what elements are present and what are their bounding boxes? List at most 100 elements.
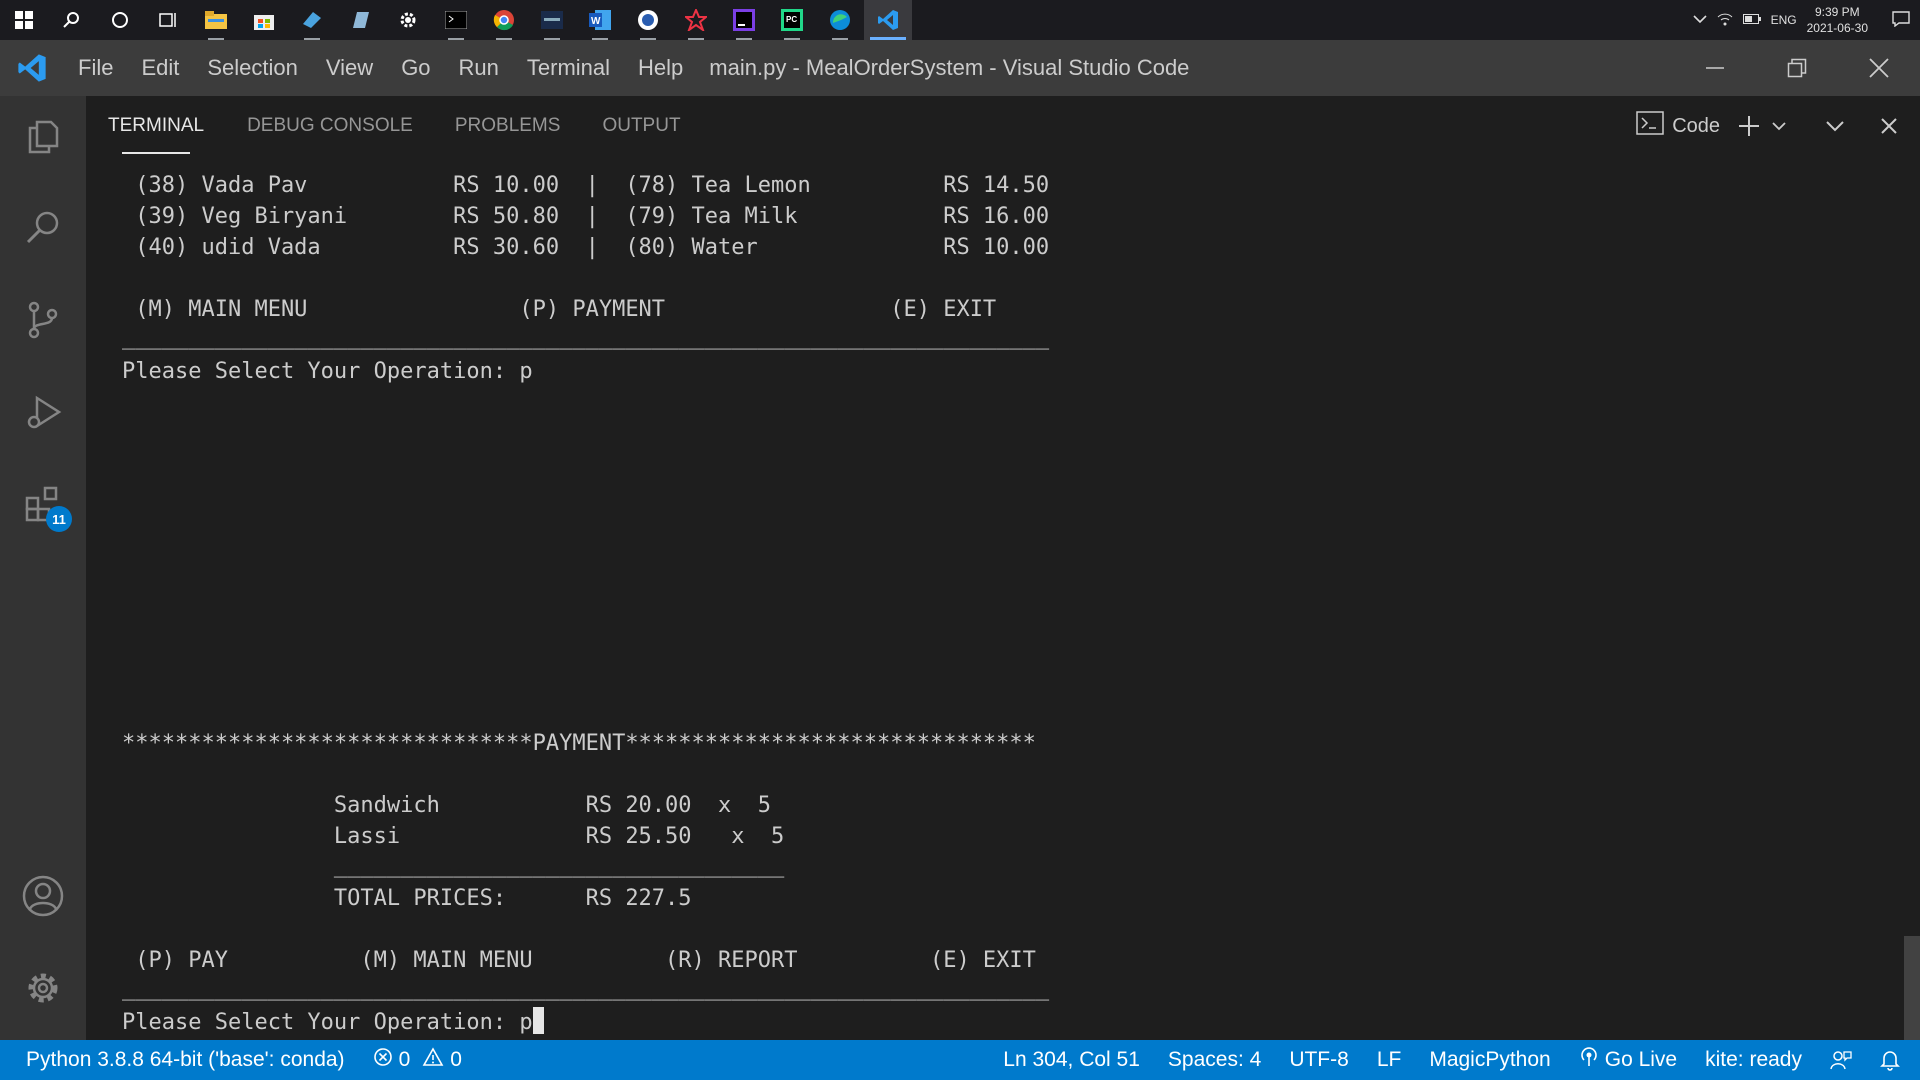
chevron-up-icon[interactable] — [1693, 13, 1707, 27]
wifi-icon[interactable] — [1717, 12, 1733, 29]
python-interpreter[interactable]: Python 3.8.8 64-bit ('base': conda) — [0, 1040, 359, 1080]
menu-terminal[interactable]: Terminal — [513, 40, 624, 96]
file-explorer-icon[interactable] — [192, 0, 240, 40]
status-bar: Python 3.8.8 64-bit ('base': conda) 0 0 … — [0, 1040, 1920, 1080]
minimize-button[interactable] — [1674, 40, 1756, 96]
terminal-icon[interactable] — [432, 0, 480, 40]
notification-icon[interactable] — [1892, 10, 1910, 30]
settings-gear-icon[interactable] — [384, 0, 432, 40]
word-icon[interactable]: W — [576, 0, 624, 40]
system-tray: ENG 9:39 PM 2021-06-30 — [1693, 4, 1920, 36]
error-count: 0 — [398, 1048, 411, 1071]
menu-edit[interactable]: Edit — [127, 40, 193, 96]
language-mode[interactable]: MagicPython — [1415, 1040, 1564, 1080]
encoding[interactable]: UTF-8 — [1275, 1040, 1363, 1080]
tab-terminal[interactable]: TERMINAL — [104, 96, 208, 156]
window-controls — [1674, 40, 1920, 96]
tab-output[interactable]: OUTPUT — [581, 96, 701, 156]
menu-view[interactable]: View — [312, 40, 387, 96]
indentation[interactable]: Spaces: 4 — [1154, 1040, 1275, 1080]
store-icon[interactable] — [240, 0, 288, 40]
extensions-icon[interactable]: 11 — [0, 464, 86, 544]
go-live-button[interactable]: Go Live — [1565, 1040, 1691, 1080]
language-indicator[interactable]: ENG — [1771, 13, 1797, 27]
total-prices-line: TOTAL PRICES: RS 227.5 — [122, 886, 692, 911]
terminal-separator: ________________________________________… — [122, 976, 1050, 1001]
source-control-icon[interactable] — [0, 280, 86, 360]
menu-selection[interactable]: Selection — [193, 40, 312, 96]
windows-taskbar: W PC ENG 9:39 PM 2021-06-30 — [0, 0, 1920, 40]
maximize-panel-chevron-icon[interactable] — [1820, 111, 1850, 141]
terminal-line: (40) udid Vada RS 30.60 | (80) Water RS … — [122, 235, 1050, 260]
notification-bell-icon[interactable] — [1866, 1040, 1920, 1080]
terminal-output[interactable]: (38) Vada Pav RS 10.00 | (78) Tea Lemon … — [86, 156, 1920, 1040]
terminal-selector[interactable]: Code — [1636, 111, 1720, 141]
broadcast-icon — [1579, 1047, 1599, 1073]
terminal-scrollbar[interactable] — [1904, 936, 1920, 1040]
restore-button[interactable] — [1756, 40, 1838, 96]
settings-gear-icon[interactable] — [0, 948, 86, 1028]
extensions-badge: 11 — [46, 506, 72, 532]
terminal-prompt-active[interactable]: Please Select Your Operation: p — [122, 1007, 544, 1038]
task-view-icon[interactable] — [144, 0, 192, 40]
feedback-icon[interactable] — [1816, 1040, 1866, 1080]
explorer-icon[interactable] — [0, 96, 86, 176]
terminal-separator: ________________________________________… — [122, 325, 1050, 350]
tab-debug-console[interactable]: DEBUG CONSOLE — [226, 96, 434, 156]
vscode-icon[interactable] — [864, 0, 912, 40]
kite-status[interactable]: kite: ready — [1691, 1040, 1816, 1080]
order-item-line: Lassi RS 25.50 x 5 — [122, 824, 785, 849]
tab-problems[interactable]: PROBLEMS — [434, 96, 582, 156]
go-live-label: Go Live — [1604, 1048, 1678, 1071]
search-icon[interactable] — [0, 188, 86, 268]
app-icon[interactable] — [624, 0, 672, 40]
payment-header: *******************************PAYMENT**… — [122, 731, 1036, 756]
terminal-prompt: Please Select Your Operation: p — [122, 359, 533, 384]
app-icon[interactable] — [672, 0, 720, 40]
warning-icon — [422, 1047, 444, 1073]
app-icon[interactable] — [336, 0, 384, 40]
order-item-line: Sandwich RS 20.00 x 5 — [122, 793, 772, 818]
new-terminal-plus-icon[interactable] — [1734, 111, 1764, 141]
status-bar-right: Ln 304, Col 51 Spaces: 4 UTF-8 LF MagicP… — [989, 1040, 1920, 1080]
windows-start-icon[interactable] — [0, 0, 48, 40]
svg-text:W: W — [591, 16, 601, 27]
error-icon — [373, 1047, 393, 1073]
terminal-line: (M) MAIN MENU (P) PAYMENT (E) EXIT — [122, 297, 997, 322]
prompt-text: Please Select Your Operation: p — [122, 1010, 533, 1035]
battery-icon[interactable] — [1742, 13, 1761, 27]
menu-help[interactable]: Help — [624, 40, 697, 96]
accounts-icon[interactable] — [0, 856, 86, 936]
end-of-line[interactable]: LF — [1363, 1040, 1416, 1080]
close-window-button[interactable] — [1838, 40, 1920, 96]
terminal-line: (39) Veg Biryani RS 50.80 | (79) Tea Mil… — [122, 204, 1050, 229]
cortana-icon[interactable] — [96, 0, 144, 40]
edge-icon[interactable] — [816, 0, 864, 40]
terminal-icon — [1636, 111, 1664, 141]
run-debug-icon[interactable] — [0, 372, 86, 452]
clock-date: 2021-06-30 — [1806, 21, 1868, 35]
svg-text:PC: PC — [786, 15, 797, 24]
menu-go[interactable]: Go — [387, 40, 444, 96]
search-icon[interactable] — [48, 0, 96, 40]
clock[interactable]: 9:39 PM 2021-06-30 — [1807, 4, 1868, 36]
chevron-down-icon[interactable] — [1764, 111, 1794, 141]
terminal-line: (P) PAY (M) MAIN MENU (R) REPORT (E) EXI… — [122, 948, 1036, 973]
pycharm-icon[interactable]: PC — [768, 0, 816, 40]
menu-file[interactable]: File — [64, 40, 127, 96]
terminal-separator: __________________________________ — [122, 853, 785, 878]
warning-count: 0 — [450, 1048, 462, 1071]
chrome-icon[interactable] — [480, 0, 528, 40]
jetbrains-icon[interactable] — [720, 0, 768, 40]
close-panel-icon[interactable] — [1874, 111, 1904, 141]
app-icon[interactable] — [528, 0, 576, 40]
text-cursor — [532, 1007, 544, 1034]
vscode-logo-icon — [0, 40, 64, 96]
clock-time: 9:39 PM — [1814, 5, 1860, 19]
app-icon[interactable] — [288, 0, 336, 40]
cursor-position[interactable]: Ln 304, Col 51 — [989, 1040, 1154, 1080]
panel-header: TERMINAL DEBUG CONSOLE PROBLEMS OUTPUT C… — [86, 96, 1920, 156]
problems-indicator[interactable]: 0 0 — [359, 1040, 476, 1080]
menu-run[interactable]: Run — [445, 40, 513, 96]
activity-bar: 11 — [0, 96, 86, 1040]
